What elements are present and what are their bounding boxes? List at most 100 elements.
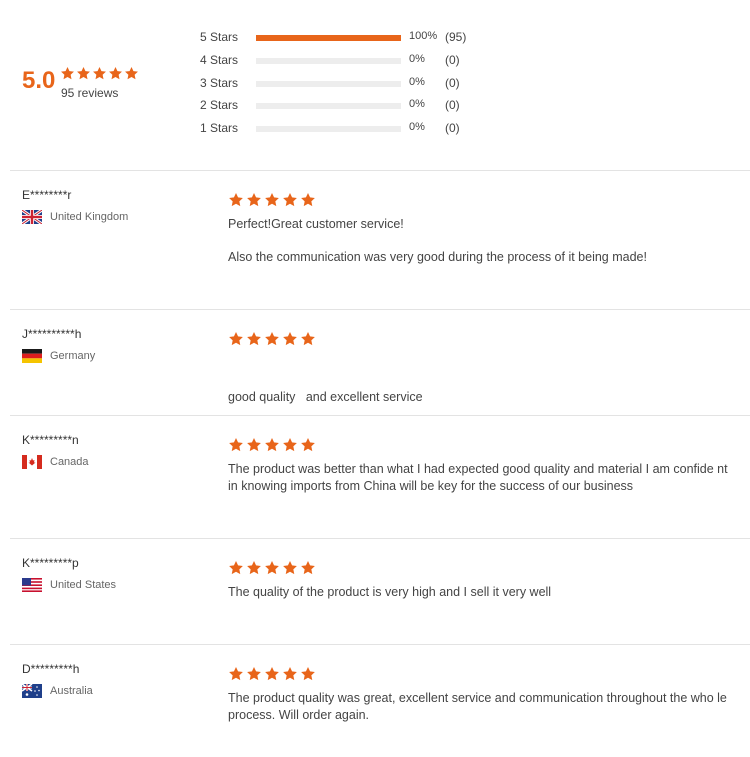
star-icon: [124, 66, 139, 81]
review-paragraph: The product quality was great, excellent…: [228, 691, 727, 722]
rating-row-count: (0): [445, 53, 460, 67]
country-name: United Kingdom: [50, 211, 129, 223]
star-icon: [92, 66, 107, 81]
rating-row-5[interactable]: 5 Stars 100% (95): [200, 30, 500, 46]
star-icon: [282, 666, 298, 682]
usa-flag-icon: [22, 578, 42, 592]
reviewer-country: Germany: [22, 349, 95, 363]
star-icon: [264, 437, 280, 453]
australia-flag-icon: [21, 683, 42, 698]
reviewer-country: United Kingdom: [21, 208, 129, 226]
star-icon: [246, 666, 262, 682]
rating-row-1[interactable]: 1 Stars 0% (0): [200, 121, 500, 137]
star-icon: [282, 437, 298, 453]
star-icon: [264, 560, 280, 576]
uk-flag-icon: [21, 208, 43, 226]
rating-bar-track: [256, 58, 401, 64]
rating-row-percent: 100%: [409, 30, 438, 42]
review-stars: [228, 192, 316, 208]
review-paragraph: good quality and excellent service: [228, 390, 423, 404]
rating-bar-track: [256, 35, 401, 41]
star-icon: [246, 560, 262, 576]
review-text: The quality of the product is very high …: [228, 584, 738, 601]
review-text: Perfect!Great customer service! Also the…: [228, 216, 738, 266]
rating-row-2[interactable]: 2 Stars 0% (0): [200, 98, 500, 114]
rating-row-percent: 0%: [409, 76, 425, 88]
review-stars: [228, 560, 316, 576]
rating-row-count: (0): [445, 121, 460, 135]
rating-row-label: 2 Stars: [200, 98, 239, 112]
rating-row-3[interactable]: 3 Stars 0% (0): [200, 76, 500, 92]
average-rating-stars: [60, 66, 139, 81]
reviewer-name: K*********n: [22, 433, 79, 447]
star-icon: [282, 331, 298, 347]
reviewer-country: Canada: [22, 455, 89, 469]
divider: [10, 309, 750, 310]
reviewer-name: D*********h: [22, 662, 80, 676]
rating-bar-track: [256, 126, 401, 132]
rating-row-count: (95): [445, 30, 467, 44]
star-icon: [228, 666, 244, 682]
reviewer-country: United States: [22, 578, 116, 592]
rating-row-percent: 0%: [409, 121, 425, 133]
review-text: good quality and excellent service: [228, 355, 738, 440]
rating-row-percent: 0%: [409, 98, 425, 110]
rating-row-label: 5 Stars: [200, 30, 239, 44]
rating-summary: 5.0 95 reviews 5 Stars 100% (95) 4 Stars…: [0, 0, 750, 170]
review-count: 95 reviews: [61, 86, 119, 100]
country-name: Germany: [50, 350, 96, 362]
review-stars: [228, 437, 316, 453]
star-icon: [108, 66, 123, 81]
reviewer-name: E********r: [22, 188, 72, 202]
rating-row-count: (0): [445, 76, 460, 90]
divider: [10, 170, 750, 171]
review-stars: [228, 331, 316, 347]
rating-bar-track: [256, 81, 401, 87]
review-text: The product was better than what I had e…: [228, 461, 738, 495]
canada-flag-icon: [22, 455, 42, 469]
rating-bar-track: [256, 103, 401, 109]
star-icon: [300, 331, 316, 347]
country-name: Australia: [50, 685, 93, 697]
star-icon: [300, 666, 316, 682]
divider: [10, 644, 750, 645]
star-icon: [228, 560, 244, 576]
star-icon: [300, 560, 316, 576]
rating-row-label: 3 Stars: [200, 76, 239, 90]
divider: [10, 538, 750, 539]
star-icon: [264, 666, 280, 682]
review-paragraph: Also the communication was very good dur…: [228, 250, 647, 264]
review-text: The product quality was great, excellent…: [228, 690, 738, 724]
reviewer-name: K*********p: [22, 556, 79, 570]
rating-row-count: (0): [445, 98, 460, 112]
rating-row-4[interactable]: 4 Stars 0% (0): [200, 53, 500, 69]
star-icon: [246, 437, 262, 453]
rating-row-label: 1 Stars: [200, 121, 239, 135]
star-icon: [246, 331, 262, 347]
star-icon: [282, 192, 298, 208]
review-paragraph: The quality of the product is very high …: [228, 585, 552, 599]
reviewer-country: Australia: [21, 683, 93, 698]
average-rating: 5.0: [22, 67, 56, 94]
country-name: Canada: [50, 456, 89, 468]
star-icon: [60, 66, 75, 81]
star-icon: [282, 560, 298, 576]
divider: [10, 415, 750, 416]
star-icon: [300, 192, 316, 208]
star-icon: [300, 437, 316, 453]
country-name: United States: [50, 579, 117, 591]
star-icon: [264, 192, 280, 208]
reviewer-name: J**********h: [22, 327, 82, 341]
star-icon: [228, 331, 244, 347]
rating-bar-fill: [256, 35, 401, 41]
star-icon: [76, 66, 91, 81]
review-paragraph: The product was better than what I had e…: [228, 462, 728, 493]
germany-flag-icon: [22, 349, 42, 363]
review-paragraph: Perfect!Great customer service!: [228, 217, 404, 231]
star-icon: [264, 331, 280, 347]
star-icon: [228, 437, 244, 453]
rating-row-label: 4 Stars: [200, 53, 239, 67]
rating-row-percent: 0%: [409, 53, 425, 65]
review-stars: [228, 666, 316, 682]
star-icon: [246, 192, 262, 208]
